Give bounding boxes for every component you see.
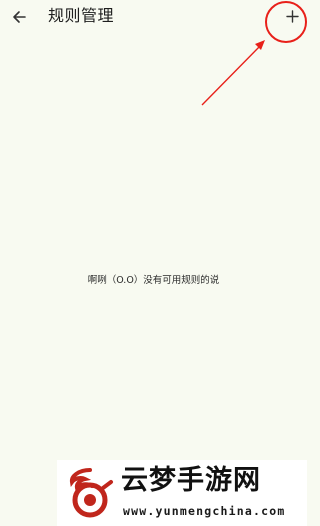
watermark-site-url: www.yunmengchina.com: [123, 504, 286, 518]
yunmeng-logo-icon: [69, 468, 113, 518]
back-button[interactable]: [8, 6, 30, 28]
watermark-site-name: 云梦手游网: [121, 465, 261, 496]
annotation-arrow: [201, 40, 265, 106]
page-title: 规则管理: [48, 6, 115, 25]
watermark: 云梦手游网 www.yunmengchina.com: [57, 460, 307, 526]
empty-state-message: 啊咧（O.O）没有可用规则的说: [87, 275, 220, 286]
arrow-left-icon: [13, 11, 26, 23]
